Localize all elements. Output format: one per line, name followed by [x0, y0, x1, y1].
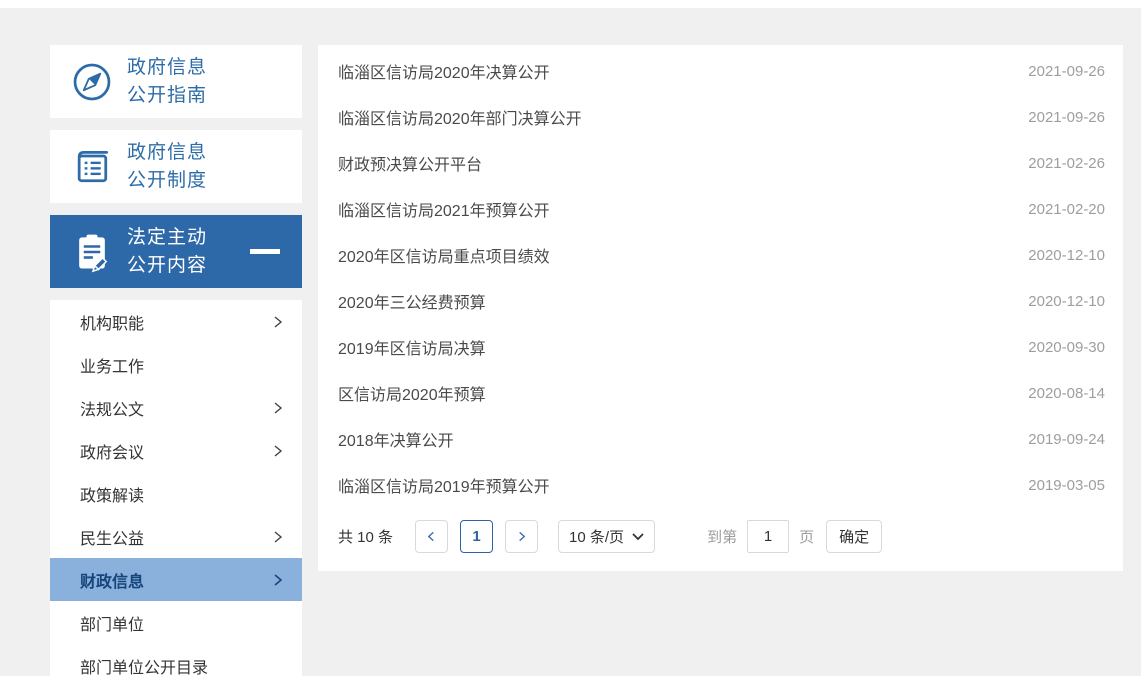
chevron-right-icon: [272, 402, 284, 414]
article-row: 2020年区信访局重点项目绩效 2020-12-10: [318, 232, 1123, 278]
sidebar-item-organization[interactable]: 机构职能: [50, 300, 302, 343]
article-date: 2021-09-26: [1028, 109, 1105, 126]
chevron-left-icon: [426, 531, 437, 542]
article-link[interactable]: 2020年区信访局重点项目绩效: [338, 243, 550, 267]
goto-page-group: 到第 页 确定: [707, 520, 882, 553]
total-count-label: 共 10 条: [338, 526, 393, 547]
article-date: 2019-09-24: [1028, 431, 1105, 448]
article-date: 2021-02-20: [1028, 201, 1105, 218]
goto-prefix-label: 到第: [707, 526, 737, 547]
page-number-button[interactable]: 1: [460, 520, 493, 553]
article-row: 临淄区信访局2019年预算公开 2019-03-05: [318, 462, 1123, 508]
article-date: 2021-09-26: [1028, 63, 1105, 80]
clipboard-pencil-icon: [70, 230, 114, 274]
chevron-right-icon: [272, 316, 284, 328]
pagination-bar: 共 10 条 1 10 条/页 到第 页 确定: [338, 520, 1123, 553]
sidebar-item-public-welfare[interactable]: 民生公益: [50, 515, 302, 558]
sidebar: 政府信息 公开指南 政府信息 公开制度: [50, 45, 302, 676]
chevron-right-icon: [272, 445, 284, 457]
goto-suffix-label: 页: [799, 526, 814, 547]
article-link[interactable]: 临淄区信访局2021年预算公开: [338, 197, 550, 221]
book-icon: [70, 145, 114, 189]
sidebar-menu: 机构职能 业务工作 法规公文 政府会议 政策解读 民生公益: [50, 300, 302, 676]
article-row: 2020年三公经费预算 2020-12-10: [318, 278, 1123, 324]
next-page-button[interactable]: [505, 520, 538, 553]
sidebar-item-government-meetings[interactable]: 政府会议: [50, 429, 302, 472]
article-date: 2021-02-26: [1028, 155, 1105, 172]
article-row: 临淄区信访局2020年部门决算公开 2021-09-26: [318, 94, 1123, 140]
sidebar-card-statutory-disclosure[interactable]: 法定主动 公开内容: [50, 215, 302, 288]
article-date: 2020-08-14: [1028, 385, 1105, 402]
article-link[interactable]: 2018年决算公开: [338, 427, 454, 451]
article-row: 2018年决算公开 2019-09-24: [318, 416, 1123, 462]
article-link[interactable]: 财政预决算公开平台: [338, 151, 482, 175]
sidebar-item-departments[interactable]: 部门单位: [50, 601, 302, 644]
article-date: 2020-12-10: [1028, 293, 1105, 310]
top-strip: [0, 0, 1141, 8]
sidebar-card-disclosure-guide[interactable]: 政府信息 公开指南: [50, 45, 302, 118]
goto-page-input[interactable]: [747, 520, 789, 553]
sidebar-item-financial-info[interactable]: 财政信息: [50, 558, 302, 601]
sidebar-item-business-work[interactable]: 业务工作: [50, 343, 302, 386]
article-row: 区信访局2020年预算 2020-08-14: [318, 370, 1123, 416]
article-date: 2020-09-30: [1028, 339, 1105, 356]
card-title: 政府信息 公开制度: [127, 139, 207, 194]
compass-icon: [70, 60, 114, 104]
article-row: 2019年区信访局决算 2020-09-30: [318, 324, 1123, 370]
article-link[interactable]: 2019年区信访局决算: [338, 335, 486, 359]
article-list-panel: 临淄区信访局2020年决算公开 2021-09-26 临淄区信访局2020年部门…: [318, 45, 1123, 571]
prev-page-button[interactable]: [415, 520, 448, 553]
sidebar-item-department-directory[interactable]: 部门单位公开目录: [50, 644, 302, 676]
sidebar-item-policy-interpretation[interactable]: 政策解读: [50, 472, 302, 515]
card-title: 政府信息 公开指南: [127, 54, 207, 109]
page-size-select[interactable]: 10 条/页: [558, 520, 655, 553]
article-link[interactable]: 临淄区信访局2020年决算公开: [338, 59, 550, 83]
article-row: 财政预决算公开平台 2021-02-26: [318, 140, 1123, 186]
article-link[interactable]: 区信访局2020年预算: [338, 381, 486, 405]
article-date: 2020-12-10: [1028, 247, 1105, 264]
article-row: 临淄区信访局2020年决算公开 2021-09-26: [318, 48, 1123, 94]
article-link[interactable]: 临淄区信访局2020年部门决算公开: [338, 105, 582, 129]
article-date: 2019-03-05: [1028, 477, 1105, 494]
chevron-right-icon: [516, 531, 527, 542]
article-row: 临淄区信访局2021年预算公开 2021-02-20: [318, 186, 1123, 232]
sidebar-card-disclosure-system[interactable]: 政府信息 公开制度: [50, 130, 302, 203]
article-link[interactable]: 2020年三公经费预算: [338, 289, 486, 313]
chevron-right-icon: [272, 574, 284, 586]
card-title: 法定主动 公开内容: [127, 224, 207, 279]
chevron-right-icon: [272, 531, 284, 543]
article-link[interactable]: 临淄区信访局2019年预算公开: [338, 473, 550, 497]
confirm-button[interactable]: 确定: [826, 520, 882, 553]
chevron-down-icon: [632, 528, 644, 545]
minus-icon: [250, 249, 280, 254]
sidebar-item-regulations[interactable]: 法规公文: [50, 386, 302, 429]
